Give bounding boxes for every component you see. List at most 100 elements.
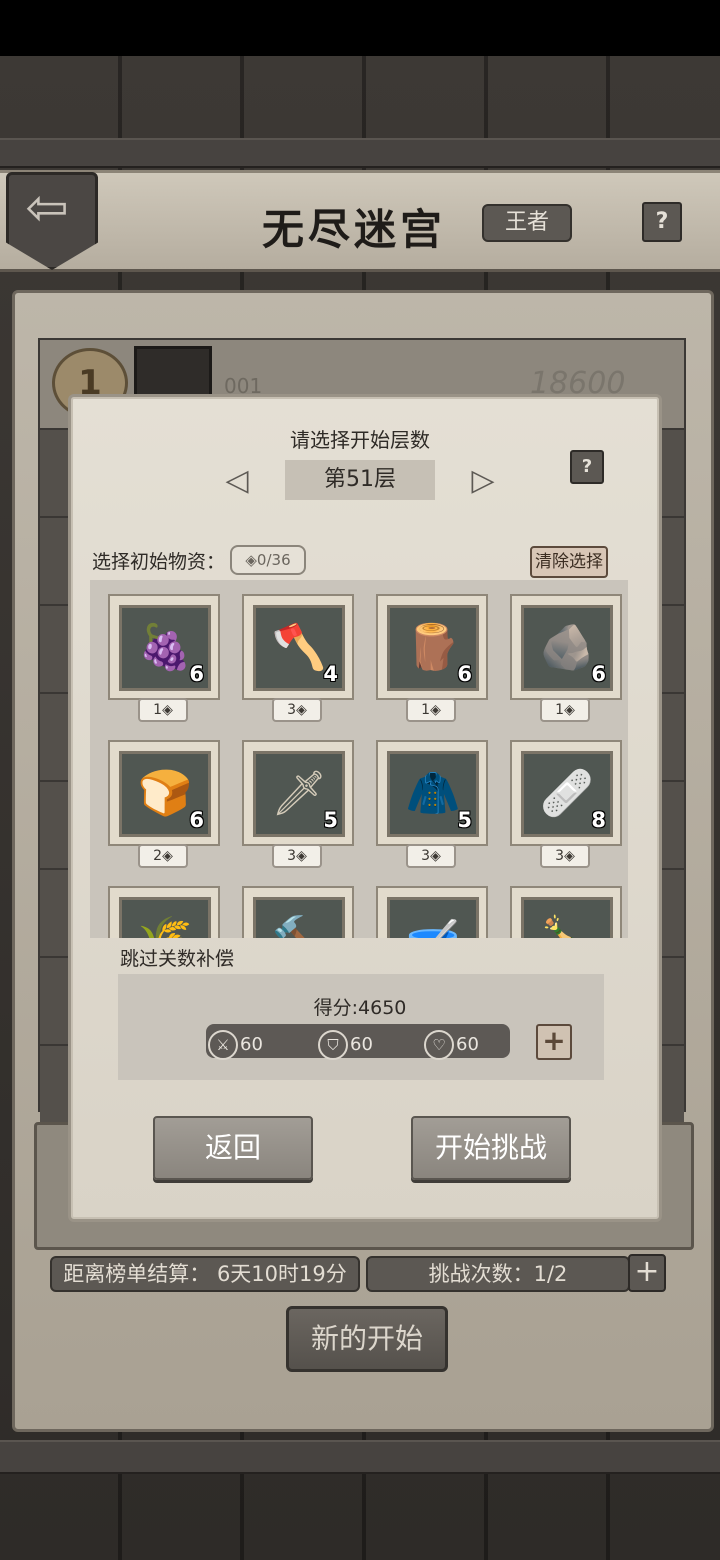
diamond-icon: ◈	[564, 848, 575, 864]
attempts-label: 挑战次数：	[428, 1262, 534, 1286]
rank-tier-badge[interactable]: 王者	[482, 204, 572, 242]
item-frame: 🥣	[387, 897, 479, 938]
item-slot-stone[interactable]: 🪨 6	[510, 594, 622, 700]
supply-points-counter: ◈0/36	[230, 545, 306, 575]
item-frame: 🧥 5	[387, 751, 479, 837]
item-slot-axe[interactable]: 🪓 4	[242, 594, 354, 700]
start-challenge-button[interactable]: 开始挑战	[411, 1116, 571, 1180]
item-count: 5	[323, 808, 338, 832]
chevron-left-icon[interactable]: ◁	[222, 464, 252, 498]
score-text: 得分:4650	[313, 997, 407, 1019]
bottle-icon: 🍾	[524, 900, 610, 938]
defense-stat: ⛉ 60	[318, 1030, 373, 1060]
return-button[interactable]: 返回	[153, 1116, 313, 1180]
item-frame: 🍇 6	[119, 605, 211, 691]
diamond-icon: ◈	[296, 702, 307, 718]
floor-selector: 第51层	[285, 460, 435, 500]
wood-band-bottom	[0, 1440, 720, 1474]
dialog-title: 请选择开始层数	[290, 428, 430, 452]
item-cost-badge: 2◈	[138, 844, 188, 868]
heart-icon: ♡	[424, 1030, 454, 1060]
item-cost-badge: 1◈	[138, 698, 188, 722]
bowl-icon: 🥣	[390, 900, 476, 938]
item-cost: 3	[421, 848, 431, 864]
item-slot-bread[interactable]: 🍞 6	[108, 740, 220, 846]
item-cost-badge: 3◈	[272, 844, 322, 868]
timer-label: 距离榜单结算：	[63, 1262, 211, 1286]
item-slot-hammer[interactable]: 🔨	[242, 886, 354, 938]
diamond-icon: ◈	[296, 848, 307, 864]
diamond-icon: ◈	[430, 848, 441, 864]
health-value: 60	[456, 1034, 479, 1055]
item-count: 6	[189, 808, 204, 832]
item-frame: 🗡 5	[253, 751, 345, 837]
item-slot-bandage[interactable]: 🩹 8	[510, 740, 622, 846]
shield-icon: ⛉	[318, 1030, 348, 1060]
diamond-icon: ◈	[162, 702, 173, 718]
page-title: 无尽迷宫	[262, 205, 447, 254]
item-cost: 1	[153, 702, 163, 718]
item-frame: 🍾	[521, 897, 613, 938]
add-stats-button[interactable]: +	[536, 1024, 572, 1060]
help-button[interactable]: ?	[642, 202, 682, 242]
supply-label: 选择初始物资：	[92, 551, 226, 573]
item-cost: 3	[287, 848, 297, 864]
wood-band-top	[0, 138, 720, 168]
timer-value: 6天10时19分	[216, 1262, 347, 1286]
restart-button[interactable]: 新的开始	[286, 1306, 448, 1372]
item-count: 6	[189, 662, 204, 686]
clear-selection-button[interactable]: 清除选择	[530, 546, 608, 578]
status-bar	[0, 0, 720, 56]
defense-value: 60	[350, 1034, 373, 1055]
chevron-right-icon[interactable]: ▷	[468, 464, 498, 498]
diamond-icon: ◈	[564, 702, 575, 718]
item-cost: 3	[555, 848, 565, 864]
item-slot-bottle[interactable]: 🍾	[510, 886, 622, 938]
item-cost-badge: 3◈	[406, 844, 456, 868]
attack-value: 60	[240, 1034, 263, 1055]
skip-compensation-label: 跳过关数补偿	[120, 948, 235, 970]
item-cost: 2	[153, 848, 163, 864]
item-slot-berries[interactable]: 🍇 6	[108, 594, 220, 700]
item-cost-badge: 1◈	[540, 698, 590, 722]
hammer-icon: 🔨	[256, 900, 342, 938]
item-cost: 1	[421, 702, 431, 718]
item-count: 8	[591, 808, 606, 832]
attempts-value: 1/2	[533, 1262, 568, 1286]
item-cost: 1	[555, 702, 565, 718]
item-cost: 3	[287, 702, 297, 718]
item-slot-grain[interactable]: 🌾	[108, 886, 220, 938]
item-frame: 🌾	[119, 897, 211, 938]
item-cost-badge: 3◈	[272, 698, 322, 722]
settlement-timer: 距离榜单结算： 6天10时19分	[50, 1256, 360, 1292]
diamond-icon: ◈	[430, 702, 441, 718]
item-frame: 🔨	[253, 897, 345, 938]
health-stat: ♡ 60	[424, 1030, 479, 1060]
diamond-icon: ◈	[162, 848, 173, 864]
back-arrow-icon: ⇦	[25, 178, 69, 238]
attack-stat: ⚔ 60	[208, 1030, 263, 1060]
item-cost-badge: 1◈	[406, 698, 456, 722]
item-count: 6	[591, 662, 606, 686]
item-slot-jacket[interactable]: 🧥 5	[376, 740, 488, 846]
item-slot-wood[interactable]: 🪵 6	[376, 594, 488, 700]
add-attempts-button[interactable]: +	[628, 1254, 666, 1292]
supply-points-value: 0/36	[256, 551, 291, 569]
item-count: 6	[457, 662, 472, 686]
diamond-icon: ◈	[245, 551, 257, 569]
dialog-help-button[interactable]: ?	[570, 450, 604, 484]
item-slot-bowl[interactable]: 🥣	[376, 886, 488, 938]
item-count: 4	[323, 662, 338, 686]
item-count: 5	[457, 808, 472, 832]
item-frame: 🩹 8	[521, 751, 613, 837]
item-slot-spear[interactable]: 🗡 5	[242, 740, 354, 846]
grain-sack-icon: 🌾	[122, 900, 208, 938]
item-cost-badge: 3◈	[540, 844, 590, 868]
item-frame: 🍞 6	[119, 751, 211, 837]
item-grid[interactable]: 🍇61◈🪓43◈🪵61◈🪨61◈🍞62◈🗡53◈🧥53◈🩹83◈🌾🔨🥣🍾	[90, 580, 628, 938]
attempts-counter: 挑战次数：1/2	[366, 1256, 630, 1292]
swords-icon: ⚔	[208, 1030, 238, 1060]
item-frame: 🪨 6	[521, 605, 613, 691]
item-frame: 🪓 4	[253, 605, 345, 691]
player-avatar	[134, 346, 212, 400]
